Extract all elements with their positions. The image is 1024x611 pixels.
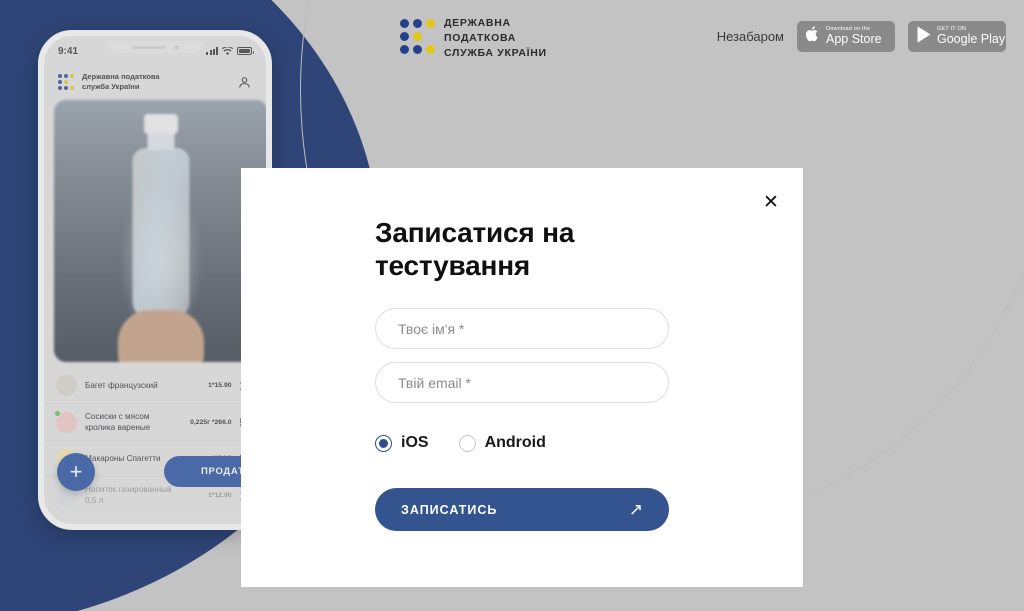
item-qty: 1*15.90 <box>208 382 232 389</box>
brand-line-1: ДЕРЖАВНА <box>444 17 511 29</box>
app-store-bottom-label: App Store <box>826 31 882 46</box>
receipt-item-list: Багет французский 1*15.90 15 Сосиски с м… <box>44 368 266 514</box>
water-bottle-illustration <box>130 114 192 329</box>
google-play-text: GET IT ON Google Play <box>937 26 1006 46</box>
radio-ios-label: iOS <box>401 434 429 451</box>
person-icon[interactable] <box>237 75 252 90</box>
app-brand-line-1: Державна податкова <box>82 72 160 81</box>
arrow-up-right-icon: ↗ <box>628 500 643 519</box>
name-input[interactable] <box>375 308 669 349</box>
phone-mockup: 9:41 Державна податкова служба України Б… <box>38 30 272 530</box>
radio-ios[interactable]: iOS <box>375 434 429 452</box>
google-play-icon <box>916 26 931 48</box>
status-indicators <box>206 46 254 56</box>
battery-icon <box>237 47 254 55</box>
platform-radio-group: iOS Android <box>375 434 546 452</box>
add-item-button[interactable]: + <box>57 453 95 491</box>
brand-logo[interactable]: ДЕРЖАВНА ПОДАТКОВА СЛУЖБА УКРАЇНИ <box>400 16 547 61</box>
item-thumb-icon <box>55 410 77 433</box>
app-header: Державна податкова служба України <box>44 64 266 100</box>
app-brand-text: Державна податкова служба України <box>82 72 160 92</box>
hand-illustration <box>118 310 204 362</box>
radio-android-label: Android <box>484 434 546 451</box>
item-name: Багет французский <box>85 381 158 390</box>
phone-status-bar: 9:41 <box>44 42 266 60</box>
item-name: Напиток газированный 0,5 л <box>85 485 172 505</box>
item-qty: 1*12.90 <box>208 491 232 499</box>
cellular-bars-icon <box>206 47 218 55</box>
app-store-text: Download on the App Store <box>826 26 882 46</box>
brand-dots-icon <box>400 19 435 54</box>
hero-product-image <box>54 100 266 362</box>
app-brand-dots-icon <box>58 74 74 90</box>
radio-android[interactable]: Android <box>458 434 546 452</box>
page-root: кункових Осто. ДЕРЖАВНА ПОДАТКОВА СЛУЖБА… <box>0 0 1024 611</box>
email-field[interactable] <box>375 362 669 403</box>
google-play-button[interactable]: GET IT ON Google Play <box>908 21 1006 52</box>
fresh-badge-icon <box>55 410 60 416</box>
brand-text: ДЕРЖАВНА ПОДАТКОВА СЛУЖБА УКРАЇНИ <box>444 16 547 61</box>
table-row[interactable]: Багет французский 1*15.90 15 <box>44 368 266 404</box>
signup-modal: ✕ Записатися на тестування iOS Android З… <box>241 168 803 587</box>
submit-button-label: ЗАПИСАТИСЬ <box>401 502 498 517</box>
radio-ios-icon <box>375 434 392 452</box>
app-store-button[interactable]: Download on the App Store <box>797 21 895 52</box>
submit-button[interactable]: ЗАПИСАТИСЬ ↗ <box>375 488 669 531</box>
item-thumb-icon <box>56 375 77 396</box>
wifi-icon <box>222 46 233 55</box>
status-time: 9:41 <box>58 45 79 57</box>
coming-soon-label: Незабаром <box>716 29 784 44</box>
store-badges-area: Незабаром Download on the App Store GET … <box>717 21 1006 52</box>
radio-android-icon <box>458 434 476 452</box>
close-icon[interactable]: ✕ <box>760 191 782 213</box>
brand-line-3: СЛУЖБА УКРАЇНИ <box>444 47 547 59</box>
brand-line-2: ПОДАТКОВА <box>444 32 517 44</box>
google-play-bottom-label: Google Play <box>937 31 1006 46</box>
apple-icon <box>805 25 820 48</box>
modal-title: Записатися на тестування <box>375 217 575 281</box>
item-name: Сосиски с мясом кролика вареные <box>85 412 151 432</box>
item-qty: 0,225г *266.0 <box>190 418 232 426</box>
app-brand-line-2: служба України <box>82 82 140 91</box>
table-row[interactable]: Сосиски с мясом кролика вареные 0,225г *… <box>44 404 266 441</box>
